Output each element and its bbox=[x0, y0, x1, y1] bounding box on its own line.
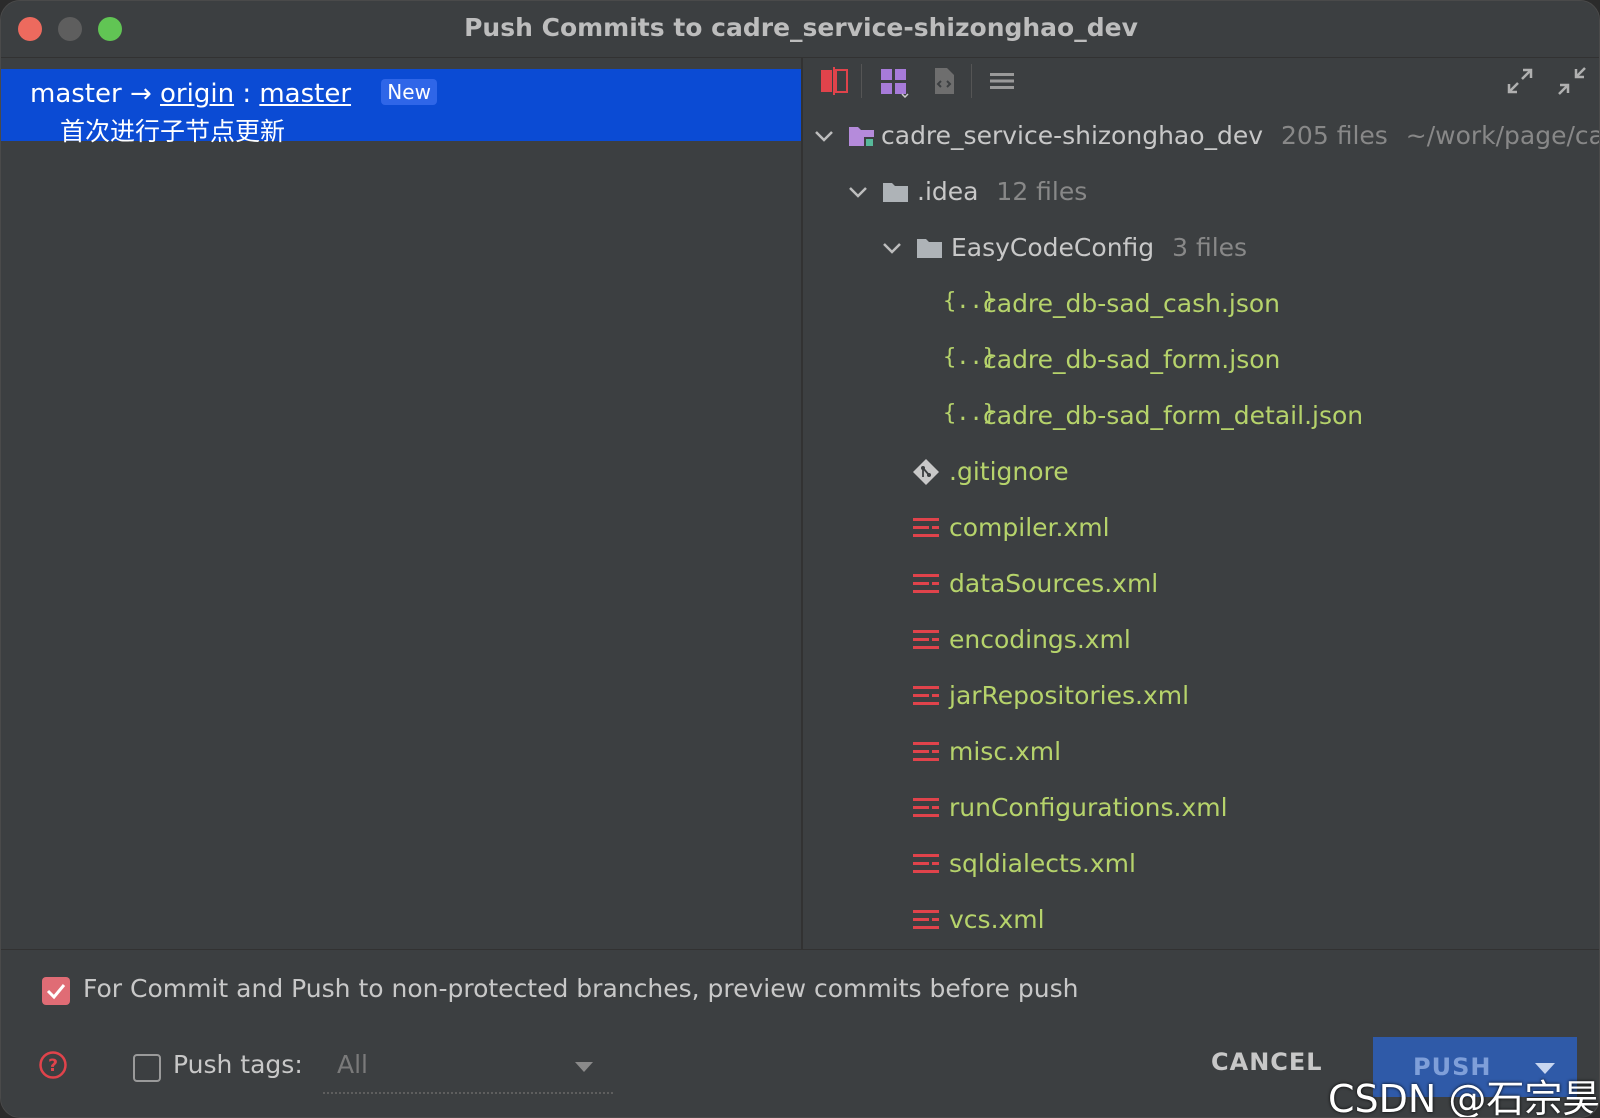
push-tags-label: Push tags: bbox=[173, 1050, 303, 1079]
easycode-folder-name: EasyCodeConfig bbox=[951, 233, 1155, 262]
file-name: cadre_db-sad_form_detail.json bbox=[983, 401, 1364, 430]
chevron-down-icon bbox=[575, 1062, 593, 1072]
title-bar: Push Commits to cadre_service-shizonghao… bbox=[1, 1, 1599, 58]
module-folder-icon bbox=[849, 127, 874, 147]
file-name: encodings.xml bbox=[949, 625, 1131, 654]
tree-file-json[interactable]: {..} cadre_db-sad_cash.json bbox=[943, 287, 1563, 327]
commit-message: 首次进行子节点更新 bbox=[60, 117, 286, 146]
tree-node-root[interactable]: cadre_service-shizonghao_dev 205 files ~… bbox=[813, 119, 1600, 159]
xml-file-icon bbox=[913, 798, 939, 817]
file-name: cadre_db-sad_cash.json bbox=[983, 289, 1281, 318]
push-tags-checkbox[interactable] bbox=[133, 1054, 161, 1082]
file-name: .gitignore bbox=[949, 457, 1069, 486]
tree-file-json[interactable]: {..} cadre_db-sad_form_detail.json bbox=[943, 399, 1563, 439]
tree-file-json[interactable]: {..} cadre_db-sad_form.json bbox=[943, 343, 1563, 383]
group-by-icon[interactable] bbox=[877, 64, 911, 98]
git-file-icon bbox=[913, 459, 939, 485]
toolbar-separator bbox=[971, 64, 972, 98]
window-title: Push Commits to cadre_service-shizonghao… bbox=[464, 13, 1138, 42]
list-view-icon[interactable] bbox=[985, 64, 1019, 98]
tree-file-xml[interactable]: jarRepositories.xml bbox=[911, 679, 1561, 719]
easycode-file-count: 3 files bbox=[1172, 233, 1248, 262]
help-icon[interactable]: ? bbox=[38, 1050, 68, 1080]
chevron-down-icon[interactable] bbox=[813, 125, 835, 147]
commits-panel: master → origin : master New 首次进行子节点更新 bbox=[1, 58, 803, 949]
idea-folder-name: .idea bbox=[917, 177, 979, 206]
tree-node-easycodeconfig[interactable]: EasyCodeConfig 3 files bbox=[881, 231, 1561, 271]
toolbar-separator bbox=[861, 64, 862, 98]
json-file-icon: {..} bbox=[943, 289, 996, 314]
tree-file-xml[interactable]: encodings.xml bbox=[911, 623, 1561, 663]
tree-node-idea[interactable]: .idea 12 files bbox=[847, 175, 1547, 215]
file-name: cadre_db-sad_form.json bbox=[983, 345, 1281, 374]
xml-file-icon bbox=[913, 574, 939, 593]
folder-icon bbox=[883, 183, 908, 202]
tree-file-xml[interactable]: misc.xml bbox=[911, 735, 1561, 775]
xml-file-icon bbox=[913, 742, 939, 761]
root-file-count: 205 files bbox=[1281, 121, 1388, 150]
watermark: CSDN @石宗昊 bbox=[1328, 1077, 1600, 1118]
file-name: misc.xml bbox=[949, 737, 1062, 766]
chevron-down-icon[interactable] bbox=[881, 237, 903, 259]
tree-file-xml[interactable]: runConfigurations.xml bbox=[911, 791, 1561, 831]
tree-file-xml[interactable]: sqldialects.xml bbox=[911, 847, 1561, 887]
file-name: compiler.xml bbox=[949, 513, 1110, 542]
chevron-down-icon[interactable] bbox=[847, 181, 869, 203]
arrow-icon: → bbox=[129, 79, 152, 109]
file-name: jarRepositories.xml bbox=[949, 681, 1190, 710]
file-name: runConfigurations.xml bbox=[949, 793, 1228, 822]
cancel-button[interactable]: CANCEL bbox=[1211, 1048, 1323, 1076]
tree-file-xml[interactable]: vcs.xml bbox=[911, 903, 1561, 943]
xml-file-icon bbox=[913, 686, 939, 705]
local-branch: master bbox=[30, 79, 122, 109]
root-folder-name: cadre_service-shizonghao_dev bbox=[881, 121, 1264, 150]
push-commits-dialog: Push Commits to cadre_service-shizonghao… bbox=[0, 0, 1600, 1118]
idea-file-count: 12 files bbox=[996, 177, 1088, 206]
preview-commits-label: For Commit and Push to non-protected bra… bbox=[83, 974, 1079, 1003]
push-tags-value: All bbox=[337, 1050, 368, 1079]
folder-icon bbox=[917, 239, 942, 258]
collapse-all-icon[interactable] bbox=[1555, 64, 1589, 98]
changed-files-panel: cadre_service-shizonghao_dev 205 files ~… bbox=[803, 58, 1600, 949]
root-path: ~/work/page/cad bbox=[1405, 121, 1600, 150]
source-file-icon[interactable] bbox=[927, 64, 961, 98]
branch-separator: : bbox=[242, 79, 252, 109]
json-file-icon: {..} bbox=[943, 345, 996, 370]
tree-file-xml[interactable]: compiler.xml bbox=[911, 511, 1561, 551]
remote-branch-link[interactable]: master bbox=[259, 79, 351, 109]
tree-file-xml[interactable]: dataSources.xml bbox=[911, 567, 1561, 607]
new-badge: New bbox=[381, 79, 437, 105]
file-name: dataSources.xml bbox=[949, 569, 1159, 598]
file-name: sqldialects.xml bbox=[949, 849, 1136, 878]
json-file-icon: {..} bbox=[943, 401, 996, 426]
branch-line: master → origin : master New bbox=[30, 79, 437, 109]
xml-file-icon bbox=[913, 854, 939, 873]
preview-commits-checkbox[interactable] bbox=[42, 977, 70, 1005]
commit-row-selected[interactable]: master → origin : master New 首次进行子节点更新 bbox=[1, 69, 801, 146]
dialog-footer: For Commit and Push to non-protected bra… bbox=[1, 949, 1600, 1118]
files-toolbar bbox=[803, 58, 1599, 104]
xml-file-icon bbox=[913, 630, 939, 649]
show-diff-icon[interactable] bbox=[817, 64, 851, 98]
xml-file-icon bbox=[913, 910, 939, 929]
tree-file-gitignore[interactable]: .gitignore bbox=[911, 455, 1561, 495]
file-name: vcs.xml bbox=[949, 905, 1045, 934]
expand-all-icon[interactable] bbox=[1503, 64, 1537, 98]
xml-file-icon bbox=[913, 518, 939, 537]
svg-text:?: ? bbox=[48, 1056, 58, 1076]
checkmark-icon bbox=[46, 984, 66, 1000]
remote-link[interactable]: origin bbox=[160, 79, 234, 109]
push-tags-select[interactable]: All bbox=[323, 1042, 613, 1094]
